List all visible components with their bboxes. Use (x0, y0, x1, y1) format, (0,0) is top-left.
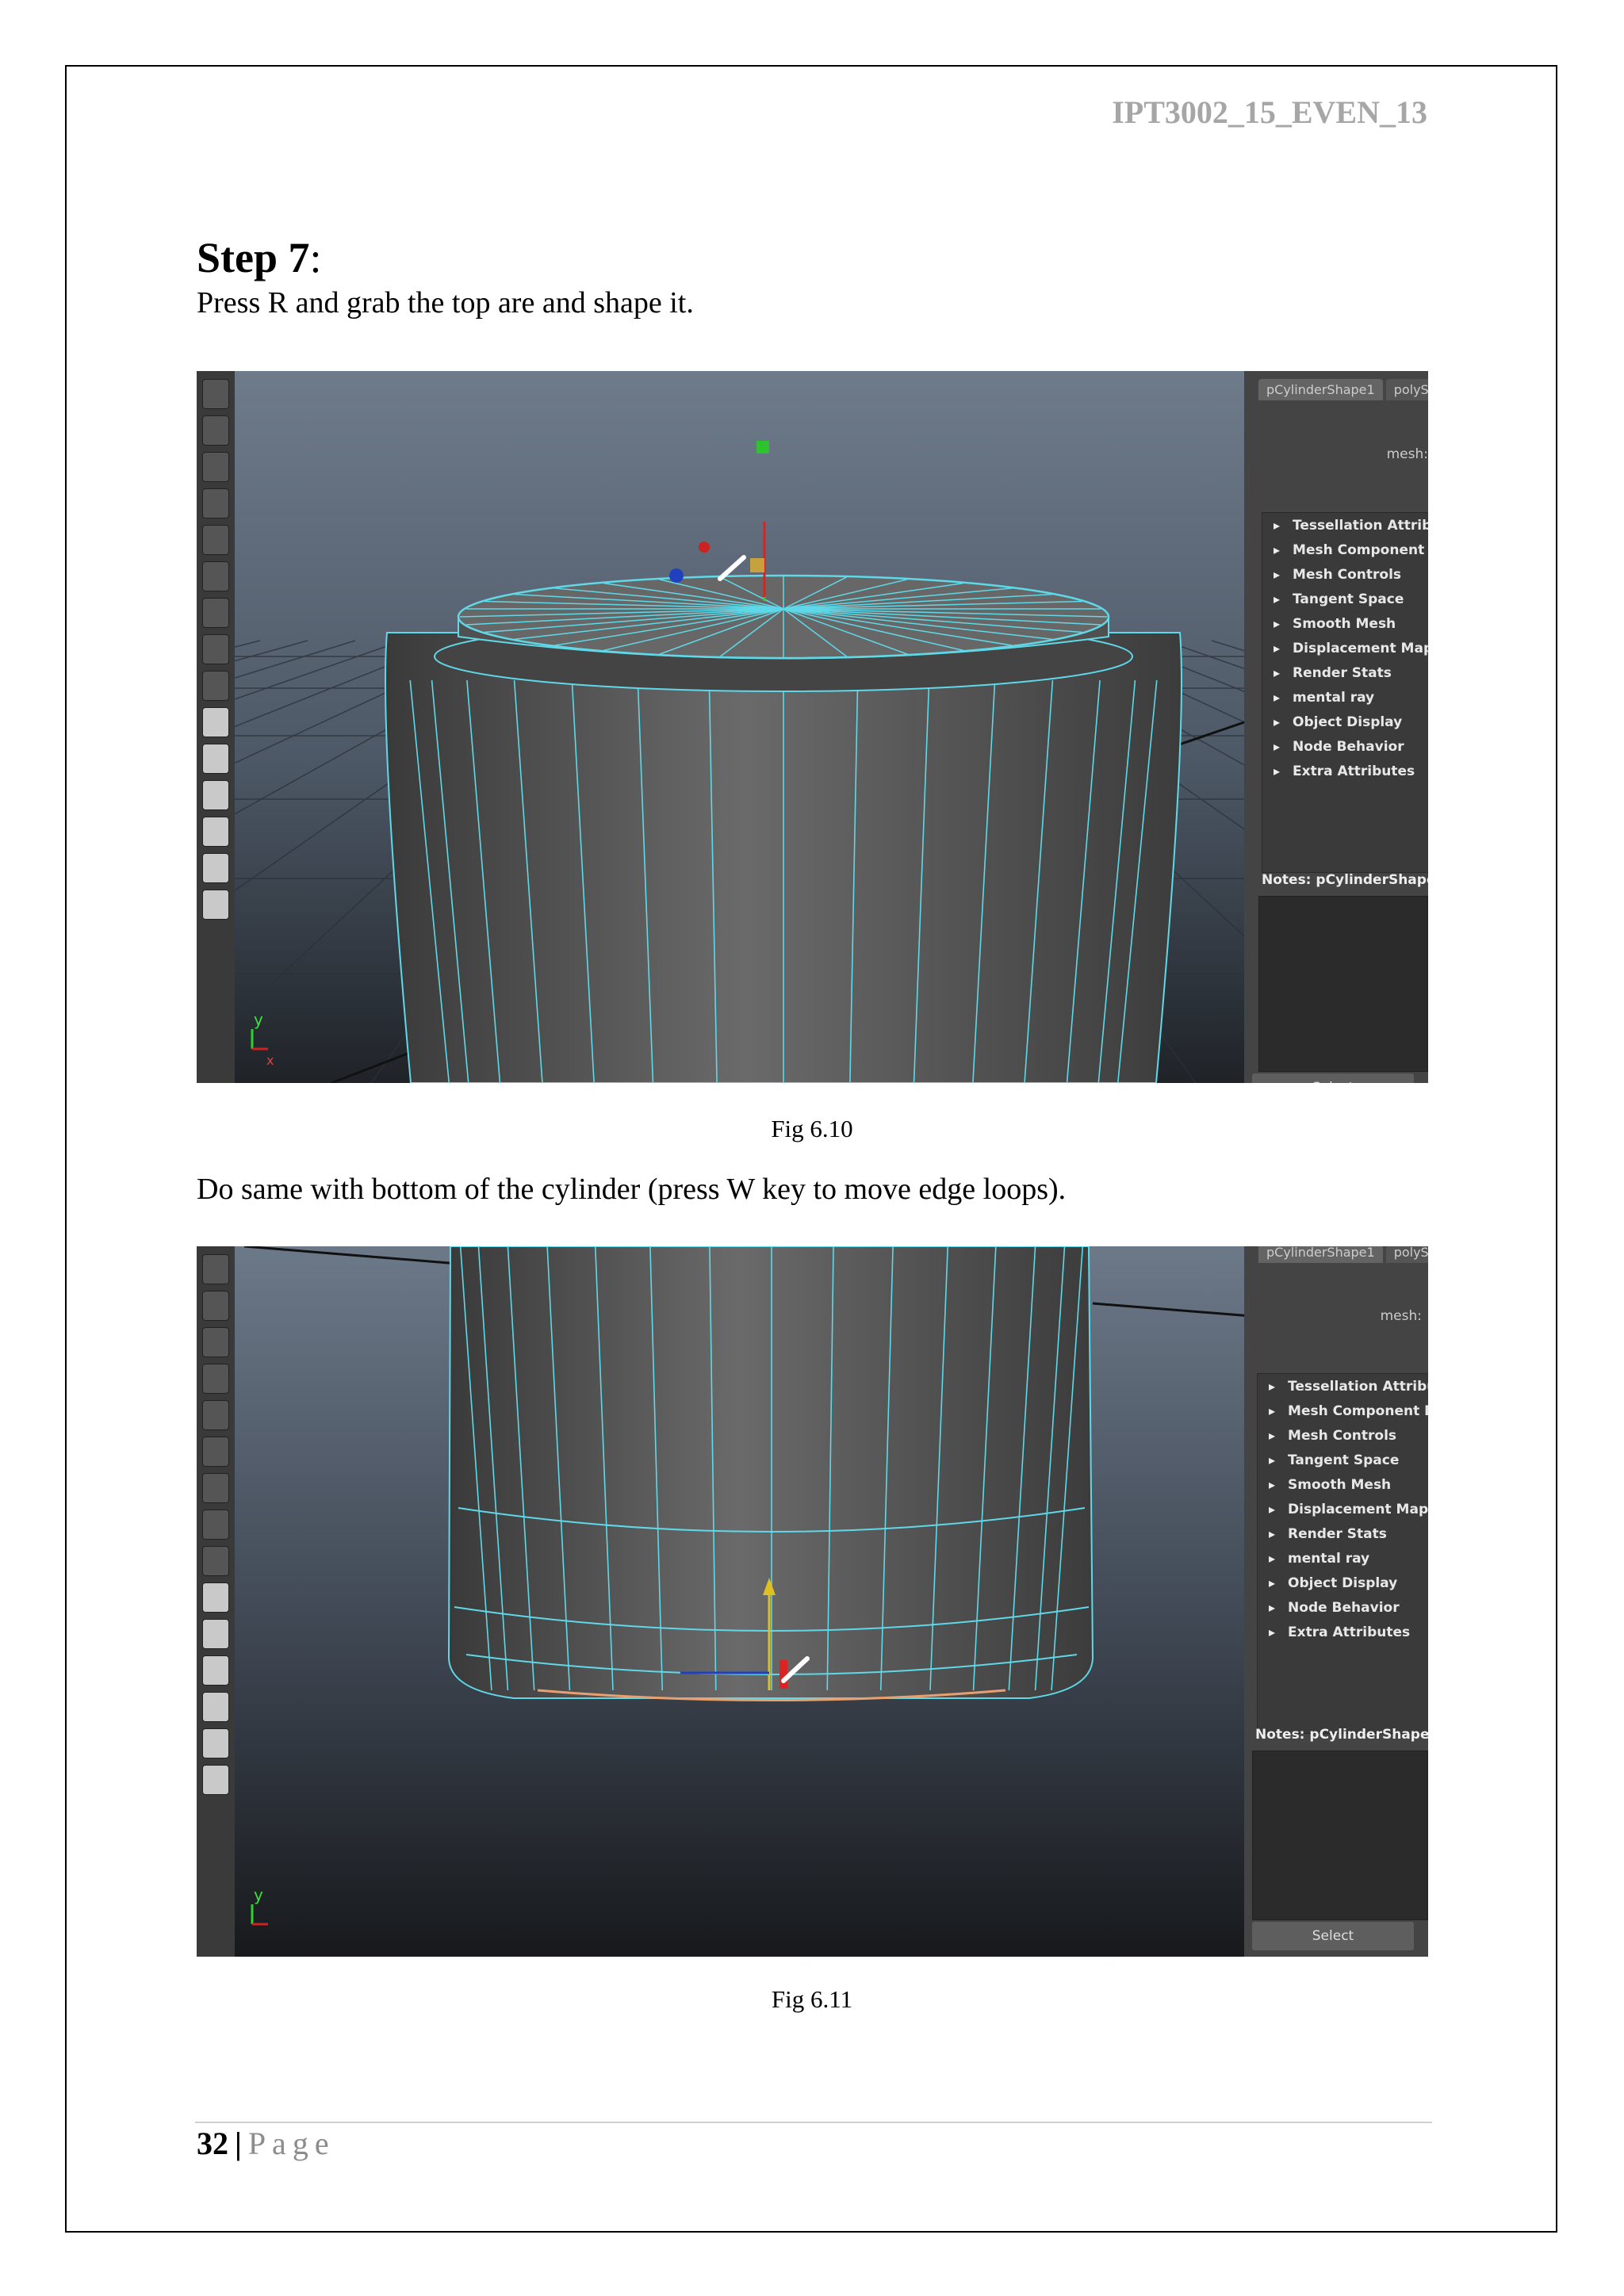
attribute-list-spacer (1258, 1644, 1428, 1733)
attribute-sections-2: Tessellation Attribu Mesh Component D Me… (1257, 1373, 1428, 1734)
svg-text:x: x (266, 1053, 274, 1068)
attribute-editor-panel-2: pCylinderShape1 polySp mesh: Tessellatio… (1244, 1246, 1428, 1957)
layout-single-icon[interactable] (202, 707, 229, 737)
step-suffix: : (309, 234, 322, 281)
figure-caption-6-11: Fig 6.11 (771, 1985, 853, 2013)
select-tool-icon[interactable] (202, 1254, 229, 1284)
mesh-label: mesh: (1380, 1308, 1422, 1324)
step-label: Step 7 (197, 234, 310, 281)
section-mesh-component[interactable]: Mesh Component I (1262, 538, 1428, 562)
layout-outliner-icon[interactable] (202, 1765, 229, 1795)
footer-rule (195, 2122, 1432, 2123)
step-heading: Step 7: (197, 233, 322, 282)
attribute-sections-1: Tessellation Attrib Mesh Component I Mes… (1262, 512, 1428, 873)
layout-stack-icon[interactable] (202, 817, 229, 847)
section-displacement-map[interactable]: Displacement Map (1262, 636, 1428, 660)
layout-four-icon[interactable] (202, 1619, 229, 1649)
notes-field[interactable] (1252, 1751, 1428, 1920)
scatter-tool-icon[interactable] (202, 1473, 229, 1503)
move-tool-icon[interactable] (202, 525, 229, 555)
layout-outliner-icon[interactable] (202, 890, 229, 920)
sphere-tool-icon[interactable] (202, 1364, 229, 1394)
notes-field[interactable] (1258, 896, 1428, 1072)
section-smooth-mesh[interactable]: Smooth Mesh (1258, 1472, 1428, 1497)
bottom-instruction: Do same with bottom of the cylinder (pre… (197, 1173, 1067, 1206)
step-instruction: Press R and grab the top are and shape i… (197, 286, 694, 320)
paint-tool-icon[interactable] (202, 1291, 229, 1321)
section-tangent-space[interactable]: Tangent Space (1262, 587, 1428, 611)
footer-separator: | (235, 2126, 242, 2161)
section-tessellation[interactable]: Tessellation Attribu (1258, 1374, 1428, 1399)
document-id: IPT3002_15_EVEN_13 (1112, 94, 1427, 130)
section-mesh-component[interactable]: Mesh Component D (1258, 1399, 1428, 1423)
layout-graph-icon[interactable] (202, 853, 229, 883)
section-render-stats[interactable]: Render Stats (1258, 1521, 1428, 1546)
select-button[interactable]: Select (1252, 1073, 1414, 1083)
cube-tool-icon[interactable] (202, 561, 229, 591)
cube-tool-icon[interactable] (202, 1437, 229, 1467)
soft-mod-icon[interactable] (202, 634, 229, 664)
cone-tool-icon[interactable] (202, 1327, 229, 1357)
attribute-list-spacer (1262, 783, 1428, 872)
section-mental-ray[interactable]: mental ray (1262, 685, 1428, 710)
figure-6-10-screenshot: y x pCylinderShape1 polyS mesh: Tessella… (197, 371, 1428, 1083)
section-object-display[interactable]: Object Display (1258, 1571, 1428, 1595)
svg-text:y: y (254, 1885, 263, 1904)
attribute-editor-panel-1: pCylinderShape1 polyS mesh: Tessellation… (1244, 371, 1428, 1083)
snap-tool-icon[interactable] (202, 671, 229, 701)
tool-shelf-1[interactable] (197, 371, 235, 1083)
notes-label: Notes: pCylinderShape1 (1262, 872, 1428, 888)
section-tangent-space[interactable]: Tangent Space (1258, 1448, 1428, 1472)
layout-stack-icon[interactable] (202, 1692, 229, 1722)
layout-side-icon[interactable] (202, 1655, 229, 1686)
layout-side-icon[interactable] (202, 780, 229, 810)
section-extra-attributes[interactable]: Extra Attributes (1258, 1620, 1428, 1644)
tab-pcylindershape1[interactable]: pCylinderShape1 (1258, 1246, 1383, 1263)
tab-pcylindershape1[interactable]: pCylinderShape1 (1258, 379, 1383, 400)
layout-graph-icon[interactable] (202, 1728, 229, 1758)
section-extra-attributes[interactable]: Extra Attributes (1262, 759, 1428, 783)
page-footer: 32 | Page (197, 2125, 335, 2162)
select-tool-icon[interactable] (202, 379, 229, 409)
tool-shelf-2[interactable] (197, 1246, 235, 1957)
sphere-tool-icon[interactable] (202, 488, 229, 519)
section-mesh-controls[interactable]: Mesh Controls (1262, 562, 1428, 587)
snap-tool-icon[interactable] (202, 1546, 229, 1576)
page-number: 32 (197, 2126, 228, 2161)
section-mesh-controls[interactable]: Mesh Controls (1258, 1423, 1428, 1448)
layout-single-icon[interactable] (202, 1582, 229, 1613)
section-mental-ray[interactable]: mental ray (1258, 1546, 1428, 1571)
soft-mod-icon[interactable] (202, 1510, 229, 1540)
section-render-stats[interactable]: Render Stats (1262, 660, 1428, 685)
section-object-display[interactable]: Object Display (1262, 710, 1428, 734)
section-node-behavior[interactable]: Node Behavior (1258, 1595, 1428, 1620)
paint-tool-icon[interactable] (202, 415, 229, 446)
move-tool-icon[interactable] (202, 1400, 229, 1430)
section-smooth-mesh[interactable]: Smooth Mesh (1262, 611, 1428, 636)
tab-polys[interactable]: polyS (1385, 379, 1428, 400)
mesh-label: mesh: (1386, 446, 1428, 462)
svg-text:y: y (254, 1010, 263, 1029)
section-tessellation[interactable]: Tessellation Attrib (1262, 513, 1428, 538)
section-displacement-map[interactable]: Displacement Map (1258, 1497, 1428, 1521)
page-word: Page (247, 2126, 335, 2161)
section-node-behavior[interactable]: Node Behavior (1262, 734, 1428, 759)
cone-tool-icon[interactable] (202, 452, 229, 482)
figure-caption-6-10: Fig 6.10 (771, 1115, 853, 1142)
notes-label: Notes: pCylinderShape1 (1255, 1727, 1428, 1743)
scatter-tool-icon[interactable] (202, 598, 229, 628)
figure-6-11-screenshot: y pCylinderShape1 polySp mesh: Tessellat… (197, 1246, 1428, 1957)
layout-four-icon[interactable] (202, 744, 229, 774)
select-button[interactable]: Select (1252, 1922, 1414, 1950)
tab-polysp[interactable]: polySp (1385, 1246, 1428, 1263)
